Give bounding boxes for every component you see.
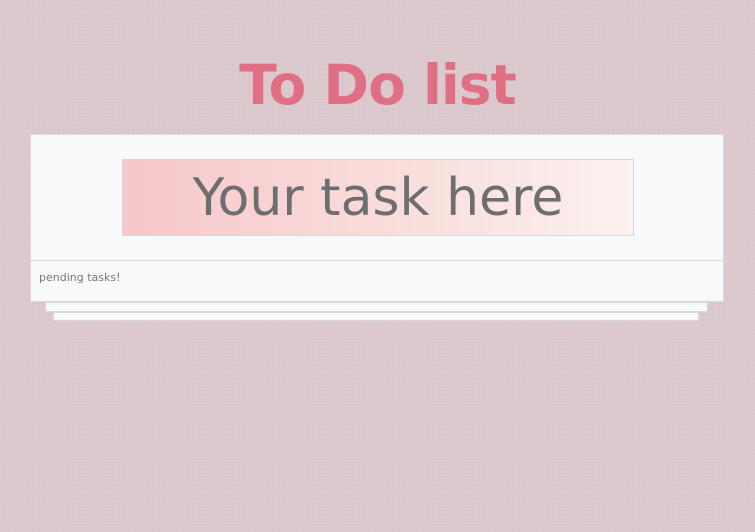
pending-tasks-label: pending tasks!	[39, 271, 121, 284]
stack-shadow-layer-bottom	[53, 312, 699, 321]
todo-card: pending tasks!	[30, 134, 724, 302]
task-input[interactable]	[122, 159, 634, 236]
page-title: To Do list	[239, 53, 516, 117]
stack-shadow-layer-middle	[45, 302, 708, 312]
todo-footer: pending tasks!	[31, 261, 723, 301]
task-input-area	[31, 135, 723, 261]
